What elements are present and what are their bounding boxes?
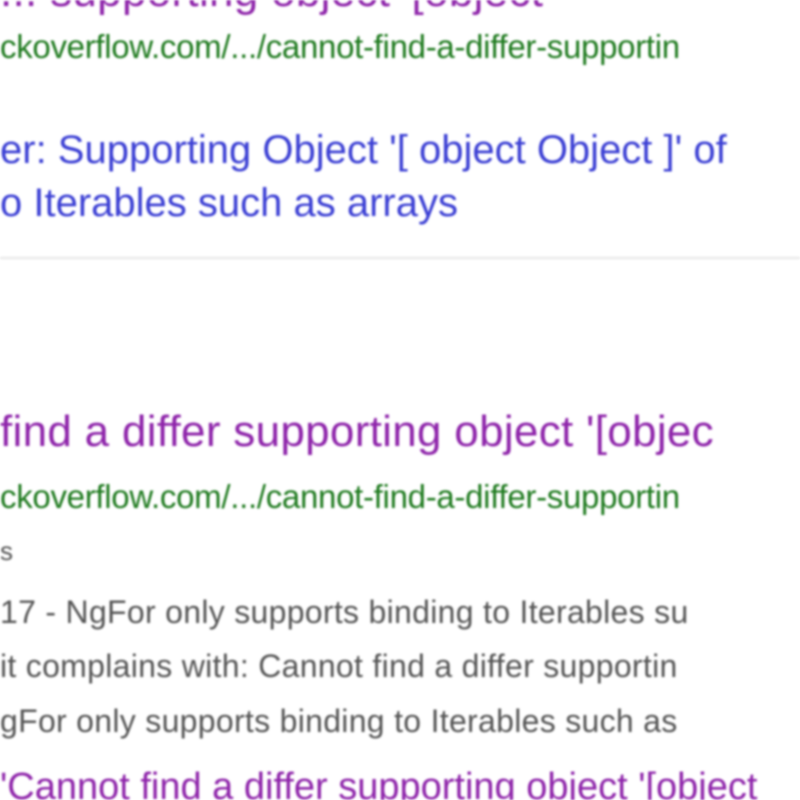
result-url: ckoverflow.com/.../cannot-find-a-differ-… [0,28,680,65]
result-snippet-line: 17 - NgFor only supports binding to Iter… [0,594,689,630]
next-result-title-link[interactable]: 'Cannot find a differ supporting object … [0,768,757,800]
result-snippet-line: gFor only supports binding to Iterables … [0,703,678,739]
result-url: ckoverflow.com/.../cannot-find-a-differ-… [0,478,680,515]
result-sublink[interactable]: o Iterables such as arrays [0,183,458,223]
result-title-link[interactable]: find a differ supporting object '[objec [0,410,714,454]
result-snippet-line: it complains with: Cannot find a differ … [0,648,678,684]
result-title-link[interactable]: ... supporting object '[object [0,0,543,14]
result-divider [0,257,800,259]
search-results-page: ... supporting object '[object ckoverflo… [0,0,800,800]
snippet-meta: s [0,536,14,566]
result-sublink[interactable]: er: Supporting Object '[ object Object ]… [0,130,727,170]
